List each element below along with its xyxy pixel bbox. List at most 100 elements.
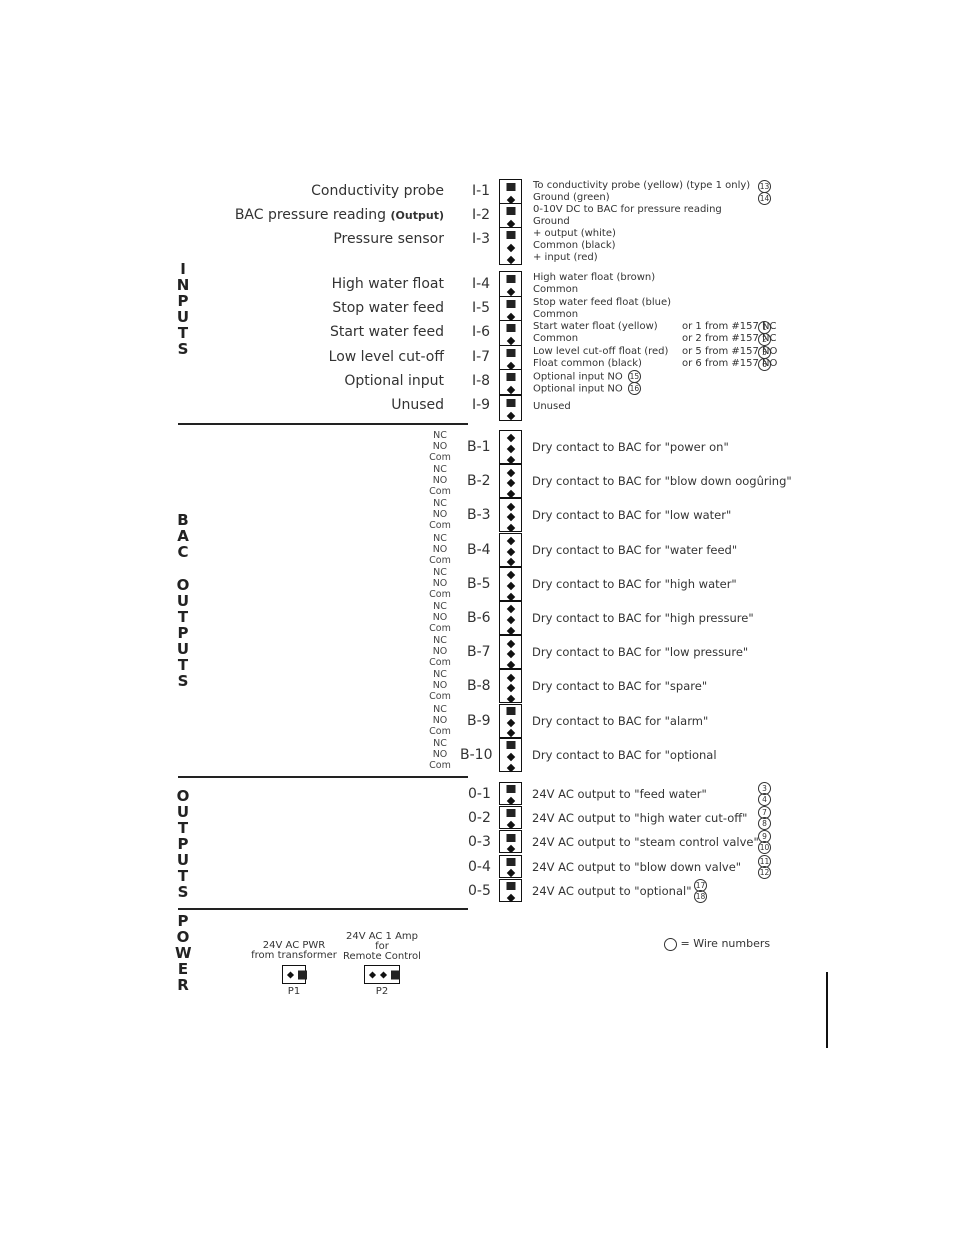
wire-number-badge: 16: [627, 382, 641, 395]
pin-label: NO: [432, 714, 448, 726]
pin-label: NC: [433, 669, 447, 681]
pin-label: NO: [432, 509, 448, 521]
pin-description: Ground (green): [533, 192, 610, 203]
input-label-text: Unused: [391, 397, 444, 413]
input-label: Start water feed: [330, 324, 444, 340]
section-letter: U: [176, 640, 190, 658]
terminal-square-pin: [506, 833, 515, 842]
pin-label: Com: [429, 657, 451, 669]
section-letter: S: [177, 340, 189, 358]
terminal-pin-icon: [379, 970, 388, 979]
pin-label: NO: [432, 543, 448, 555]
input-label: Optional input: [344, 373, 444, 389]
section-letter: T: [177, 867, 189, 885]
pin-label: Com: [429, 725, 451, 737]
connector-label: Remote Control: [343, 950, 421, 962]
terminal-square-pin: [391, 970, 400, 979]
section-title-outputs: OUTPUTS: [175, 788, 191, 900]
input-label-text: Conductivity probe: [311, 183, 444, 199]
pin-description: To conductivity probe (yellow) (type 1 o…: [533, 180, 751, 191]
connector-id: P1: [287, 986, 301, 997]
output-description: Dry contact to BAC for "high pressure": [532, 611, 754, 625]
terminal-square-pin: [506, 882, 515, 891]
section-title-bac: BAC: [175, 512, 191, 560]
pin-description: Unused: [533, 401, 571, 412]
terminal-square-pin: [506, 324, 515, 332]
terminal-pin-icon: [506, 570, 515, 580]
terminal-pin-icon: [506, 255, 515, 265]
terminal-pin-icon: [506, 615, 515, 625]
pin-description: Low level cut-off float (red): [533, 346, 669, 357]
pin-description: Optional input NO 16: [533, 382, 641, 396]
terminal-id: I-5: [472, 300, 491, 316]
terminal-id: B-5: [467, 575, 491, 592]
pin-description: Start water float (yellow): [533, 321, 658, 332]
terminal-pin-icon: [506, 513, 515, 522]
terminal-block: [499, 669, 522, 704]
wire-number-badge: 4: [758, 793, 771, 806]
pin-description: Common: [533, 333, 579, 344]
input-label-text: Low level cut-off: [328, 349, 444, 365]
terminal-id: 0-4: [468, 858, 491, 875]
terminal-pin-icon: [506, 547, 515, 556]
terminal-pin-icon: [506, 820, 515, 830]
terminal-id: B-1: [467, 439, 491, 455]
input-label: Pressure sensor: [333, 231, 444, 247]
wire-circle-icon: [664, 937, 677, 951]
divider-inputs-bac: [178, 423, 468, 425]
terminal-pin-icon: [506, 718, 515, 727]
terminal-pin-icon: [506, 536, 515, 546]
pin-label: Com: [429, 486, 451, 498]
terminal-pin-icon: [506, 455, 515, 464]
input-label-text: Start water feed: [329, 324, 444, 340]
input-label: Unused: [391, 397, 444, 413]
pin-label-group: NC NO Com: [425, 533, 455, 566]
terminal-square-pin: [506, 275, 515, 283]
power-terminal-block: [282, 965, 307, 984]
terminal-block: [499, 830, 522, 854]
input-label: Stop water feed: [332, 300, 444, 316]
terminal-block: [499, 806, 522, 830]
terminal-square-pin: [506, 207, 515, 215]
section-letter: B: [177, 511, 189, 529]
output-description: Dry contact to BAC for "low water": [532, 508, 732, 523]
terminal-pin-icon: [506, 287, 515, 297]
section-letter: A: [177, 527, 189, 545]
input-label-text: Pressure sensor: [333, 231, 444, 247]
input-label: High water float: [332, 276, 444, 292]
pin-label: NC: [433, 566, 447, 578]
section-title-power: POWER: [175, 913, 192, 993]
wire-number-badge: 18: [694, 889, 707, 903]
terminal-pin-icon: [506, 626, 515, 635]
terminal-block: [499, 227, 522, 265]
pin-description: + output (white): [533, 228, 616, 239]
terminal-pin-icon: [506, 502, 515, 511]
section-letter: S: [177, 672, 189, 690]
terminal-pin-icon: [506, 336, 515, 346]
terminal-pin-icon: [506, 844, 515, 854]
section-letter: T: [177, 819, 189, 837]
terminal-block: [499, 203, 522, 229]
input-label-suffix: (Output): [390, 209, 444, 222]
terminal-block: [499, 271, 522, 297]
pin-label-group: NC NO Com: [425, 601, 455, 634]
pin-label-group: NC NO Com: [425, 704, 455, 737]
terminal-block: [499, 179, 522, 205]
input-label-text: BAC pressure reading: [234, 207, 387, 223]
terminal-square-pin: [298, 970, 307, 979]
terminal-id: 0-1: [468, 786, 491, 802]
terminal-id: 0-2: [468, 810, 491, 827]
terminal-square-pin: [506, 741, 515, 750]
terminal-block: [499, 369, 522, 395]
pin-description: + input (red): [533, 252, 598, 263]
pin-label: NC: [433, 737, 447, 749]
input-label: BAC pressure reading (Output): [235, 207, 444, 223]
divider-outputs-power: [178, 908, 468, 910]
terminal-block: [499, 395, 522, 421]
legend-text: = Wire numbers: [680, 937, 771, 950]
output-description: Dry contact to BAC for "alarm": [532, 713, 709, 728]
terminal-square-pin: [506, 809, 515, 818]
terminal-pin-icon: [506, 639, 515, 648]
section-letter: O: [176, 576, 190, 594]
section-letter: T: [177, 324, 189, 342]
